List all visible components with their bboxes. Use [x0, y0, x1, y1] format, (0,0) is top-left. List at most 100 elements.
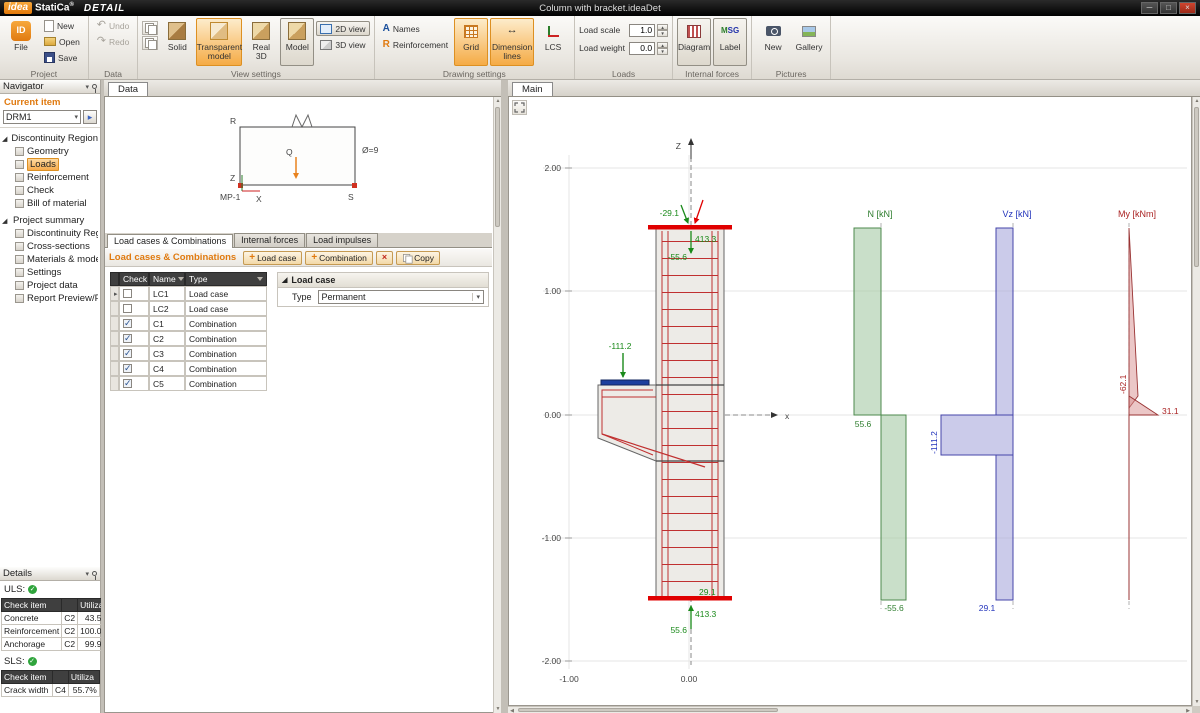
row-check-cell[interactable]: [119, 331, 149, 346]
expander-icon[interactable]: ◢: [2, 135, 8, 143]
tab-internal-forces[interactable]: Internal forces: [234, 233, 305, 247]
row-selector[interactable]: [110, 361, 119, 376]
open-button[interactable]: Open: [40, 34, 84, 49]
row-selector[interactable]: ▸: [110, 286, 119, 301]
col-check[interactable]: Check: [119, 272, 149, 286]
main-vertical-scrollbar[interactable]: ▲ ▼: [1192, 97, 1200, 706]
row-checkbox[interactable]: [123, 349, 132, 358]
row-name-cell[interactable]: C4: [149, 361, 185, 376]
row-type-cell[interactable]: Combination: [185, 316, 267, 331]
col-name[interactable]: Name: [149, 272, 185, 286]
row-checkbox[interactable]: [123, 334, 132, 343]
tab-load-cases-combinations[interactable]: Load cases & Combinations: [107, 234, 233, 248]
scroll-down-icon[interactable]: ▼: [1193, 698, 1200, 706]
details-dropdown-icon[interactable]: ▾: [85, 570, 89, 578]
copy-button[interactable]: Copy: [396, 251, 440, 265]
row-type-cell[interactable]: Combination: [185, 376, 267, 391]
scrollbar-thumb[interactable]: [518, 708, 778, 712]
filter-icon[interactable]: [257, 277, 263, 281]
row-name-cell[interactable]: LC1: [149, 286, 185, 301]
save-button[interactable]: Save: [40, 50, 84, 65]
navigator-dropdown-icon[interactable]: ▾: [85, 83, 89, 91]
tree-node-discontinuity-region[interactable]: ◢Discontinuity Region: [2, 132, 98, 145]
table-row[interactable]: ReinforcementC2100.0%: [2, 625, 112, 638]
scroll-right-icon[interactable]: ▶: [1184, 707, 1192, 713]
scroll-up-icon[interactable]: ▲: [1193, 97, 1200, 105]
row-name-cell[interactable]: C5: [149, 376, 185, 391]
main-horizontal-scrollbar[interactable]: ◀ ▶: [508, 706, 1192, 713]
add-combination-button[interactable]: +Combination: [305, 251, 373, 265]
row-name-cell[interactable]: C1: [149, 316, 185, 331]
table-row[interactable]: ConcreteC243.5%: [2, 612, 112, 625]
expander-icon[interactable]: ◢: [2, 217, 10, 225]
real-3d-button[interactable]: Real 3D: [244, 18, 278, 66]
table-row[interactable]: Crack widthC455.7%: [2, 684, 100, 697]
row-selector[interactable]: [110, 346, 119, 361]
row-name-cell[interactable]: LC2: [149, 301, 185, 316]
row-checkbox[interactable]: [123, 379, 132, 388]
dimension-lines-button[interactable]: Dimension lines: [490, 18, 534, 66]
scrollbar-thumb[interactable]: [1194, 107, 1199, 267]
fit-view-button[interactable]: [512, 100, 527, 115]
tree-item-report-preview-print[interactable]: Report Preview/Print: [2, 292, 98, 305]
copy-view-button[interactable]: [142, 21, 158, 35]
view-2d-button[interactable]: 2D view: [316, 21, 369, 36]
row-type-cell[interactable]: Load case: [185, 286, 267, 301]
row-checkbox[interactable]: [123, 304, 132, 313]
expander-icon[interactable]: ◢: [282, 276, 287, 284]
tree-node-project-summary[interactable]: ◢Project summary: [2, 214, 98, 227]
gallery-button[interactable]: Gallery: [792, 18, 826, 66]
navigator-pin-icon[interactable]: [92, 84, 97, 89]
model-button[interactable]: Model: [280, 18, 314, 66]
row-name-cell[interactable]: C2: [149, 331, 185, 346]
details-header[interactable]: Details ▾: [0, 567, 100, 581]
data-panel-scrollbar[interactable]: ▲ ▼: [493, 97, 501, 713]
row-check-cell[interactable]: [119, 361, 149, 376]
undo-button[interactable]: ↶Undo: [93, 18, 134, 33]
new-picture-button[interactable]: New: [756, 18, 790, 66]
scrollbar-thumb[interactable]: [495, 107, 500, 227]
row-name-cell[interactable]: C3: [149, 346, 185, 361]
table-row[interactable]: AnchorageC299.9%: [2, 638, 112, 651]
go-to-item-button[interactable]: ▸: [83, 110, 97, 124]
properties-group-header[interactable]: ◢ Load case: [278, 273, 488, 288]
new-button[interactable]: New: [40, 18, 84, 33]
row-checkbox[interactable]: [123, 364, 132, 373]
tree-item-materials-models[interactable]: Materials & models: [2, 253, 98, 266]
tree-item-settings[interactable]: Settings: [2, 266, 98, 279]
tab-data[interactable]: Data: [108, 82, 148, 96]
delete-button[interactable]: ×: [376, 251, 393, 265]
current-item-select[interactable]: DRM1 ▾: [3, 110, 81, 124]
names-toggle[interactable]: Names: [379, 21, 453, 36]
row-check-cell[interactable]: [119, 346, 149, 361]
navigator-header[interactable]: Navigator ▾: [0, 80, 100, 94]
tab-main[interactable]: Main: [512, 82, 553, 96]
drawing-canvas[interactable]: 2.00 1.00 0.00 -1.00 -2.00 -1.00 0.00 Z …: [508, 97, 1192, 706]
file-button[interactable]: File: [4, 18, 38, 66]
row-check-cell[interactable]: [119, 286, 149, 301]
label-button[interactable]: Label: [713, 18, 747, 66]
row-checkbox[interactable]: [123, 319, 132, 328]
load-weight-stepper[interactable]: ▲▼: [657, 42, 668, 55]
diagram-button[interactable]: Diagram: [677, 18, 711, 66]
row-selector[interactable]: [110, 376, 119, 391]
solid-button[interactable]: Solid: [160, 18, 194, 66]
row-type-cell[interactable]: Combination: [185, 361, 267, 376]
tree-item-summary-discontinuity-region[interactable]: Discontinuity Region: [2, 227, 98, 240]
load-scale-input[interactable]: [629, 24, 655, 37]
add-load-case-button[interactable]: +Load case: [243, 251, 302, 265]
details-pin-icon[interactable]: [92, 571, 97, 576]
lcs-button[interactable]: LCS: [536, 18, 570, 66]
tree-item-geometry[interactable]: Geometry: [2, 145, 98, 158]
filter-icon[interactable]: [178, 277, 184, 281]
row-type-cell[interactable]: Load case: [185, 301, 267, 316]
row-selector[interactable]: [110, 316, 119, 331]
maximize-button[interactable]: □: [1160, 2, 1177, 14]
reinforcement-toggle[interactable]: Reinforcement: [379, 37, 453, 52]
row-checkbox[interactable]: [123, 289, 132, 298]
splitter-data-main[interactable]: [501, 80, 508, 713]
tree-item-bill-of-material[interactable]: Bill of material: [2, 197, 98, 210]
load-scale-stepper[interactable]: ▲▼: [657, 24, 668, 37]
load-weight-input[interactable]: [629, 42, 655, 55]
tree-item-reinforcement[interactable]: Reinforcement: [2, 171, 98, 184]
